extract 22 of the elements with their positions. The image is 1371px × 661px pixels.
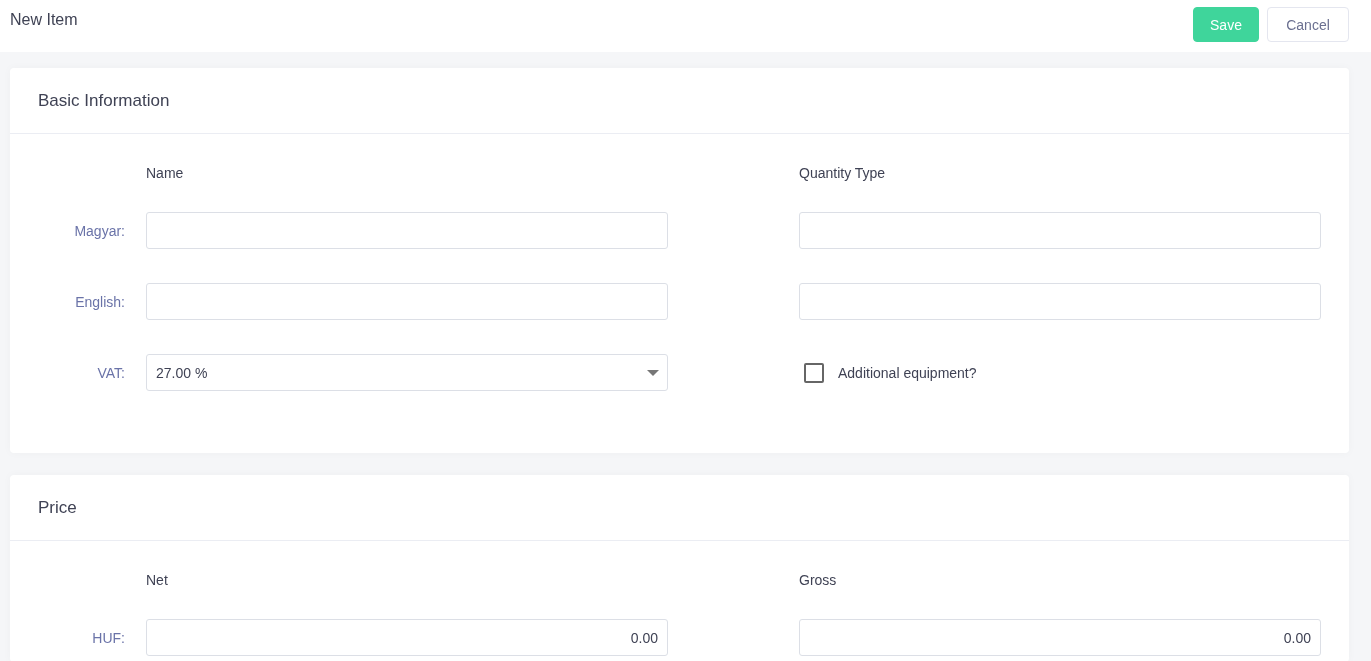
input-field[interactable]: 0.00 <box>146 619 668 656</box>
section-title: Basic Information <box>38 90 170 111</box>
field-label: VAT: <box>96 364 126 381</box>
column-heading: Gross <box>799 571 838 588</box>
caret-icon <box>647 369 659 376</box>
checkbox[interactable] <box>804 362 824 383</box>
input-field[interactable] <box>146 283 668 320</box>
column-heading: Name <box>146 164 185 181</box>
section-title: Price <box>38 497 77 518</box>
cancel-button[interactable]: Cancel <box>1267 7 1349 42</box>
field-label: HUF: <box>91 629 126 646</box>
input-field[interactable] <box>799 283 1321 320</box>
column-heading: Quantity Type <box>799 164 887 181</box>
column-heading: Net <box>146 571 169 588</box>
field-label: Magyar: <box>73 222 126 239</box>
page-title: New Item <box>10 11 78 29</box>
select-field[interactable]: 27.00 % <box>146 354 668 391</box>
input-field[interactable] <box>799 212 1321 249</box>
field-label: English: <box>74 293 126 310</box>
input-field[interactable]: 0.00 <box>799 619 1321 656</box>
checkbox-label: Additional equipment? <box>838 364 977 381</box>
input-field[interactable] <box>146 212 668 249</box>
